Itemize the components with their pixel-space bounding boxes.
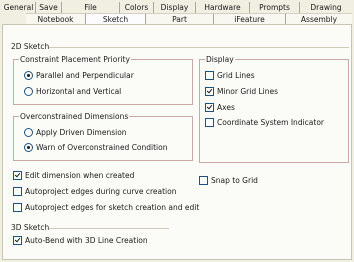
section-divider [49, 47, 349, 48]
display-group: Display Grid Lines Minor Grid Lines Axes… [199, 55, 349, 163]
section-divider [49, 228, 169, 229]
tab-colors[interactable]: Colors [120, 2, 154, 13]
checkbox[interactable] [205, 118, 214, 127]
tab-save[interactable]: Save [36, 2, 62, 13]
tab-prompts[interactable]: Prompts [250, 2, 300, 13]
checkbox[interactable] [13, 203, 22, 212]
checkbox[interactable] [13, 236, 22, 245]
checkbox-label: Autoproject edges for sketch creation an… [25, 203, 200, 212]
group-title: Constraint Placement Priority [19, 55, 131, 64]
constraint-priority-group: Constraint Placement Priority Parallel a… [13, 55, 193, 105]
checkbox-label: Auto-Bend with 3D Line Creation [25, 236, 148, 245]
checkbox[interactable] [205, 87, 214, 96]
checkbox[interactable] [13, 187, 22, 196]
tab-row-top: General Save File Colors Display Hardwar… [2, 2, 352, 13]
overconstrained-group: Overconstrained Dimensions Apply Driven … [13, 112, 193, 161]
section-title-3d-sketch: 3D Sketch [11, 223, 50, 232]
tab-sketch[interactable]: Sketch [86, 13, 146, 24]
tab-notebook[interactable]: Notebook [26, 13, 86, 24]
checkbox[interactable] [199, 176, 208, 185]
checkbox-label: Minor Grid Lines [217, 87, 279, 96]
radio-button[interactable] [24, 128, 33, 137]
tab-hardware[interactable]: Hardware [196, 2, 250, 13]
sketch-options-panel: 2D Sketch Constraint Placement Priority … [2, 24, 352, 260]
tab-row-bottom: Notebook Sketch Part iFeature Assembly [26, 13, 352, 24]
tab-file[interactable]: File [62, 2, 120, 13]
radio-button[interactable] [24, 71, 33, 80]
tab-drawing[interactable]: Drawing [300, 2, 352, 13]
radio-label: Parallel and Perpendicular [36, 71, 134, 80]
checkbox-label: Autoproject edges during curve creation [25, 187, 177, 196]
checkbox-label: Axes [217, 103, 235, 112]
radio-label: Warn of Overconstrained Condition [36, 143, 168, 152]
tab-display[interactable]: Display [154, 2, 196, 13]
checkbox-label: Edit dimension when created [25, 171, 135, 180]
tab-part[interactable]: Part [146, 13, 214, 24]
checkbox[interactable] [13, 171, 22, 180]
radio-button[interactable] [24, 143, 33, 152]
group-title: Overconstrained Dimensions [19, 112, 130, 121]
radio-label: Apply Driven Dimension [36, 128, 127, 137]
checkbox[interactable] [205, 71, 214, 80]
checkbox-label: Grid Lines [217, 71, 255, 80]
tab-general[interactable]: General [2, 2, 36, 13]
tab-assembly[interactable]: Assembly [286, 13, 352, 24]
group-title: Display [205, 55, 235, 64]
tab-ifeature[interactable]: iFeature [214, 13, 286, 24]
checkbox-label: Coordinate System Indicator [217, 118, 324, 127]
checkbox[interactable] [205, 103, 214, 112]
section-title-2d-sketch: 2D Sketch [11, 42, 50, 51]
checkbox-label: Snap to Grid [211, 176, 258, 185]
radio-button[interactable] [24, 87, 33, 96]
radio-label: Horizontal and Vertical [36, 87, 122, 96]
